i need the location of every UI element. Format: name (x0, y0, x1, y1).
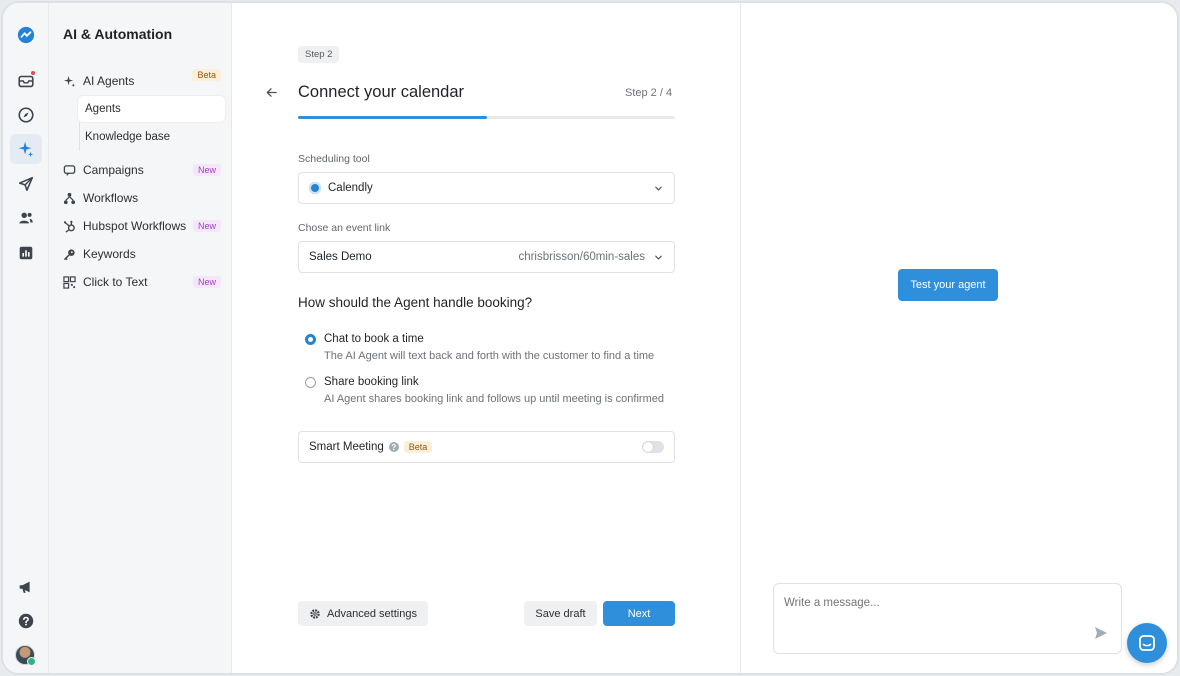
advanced-settings-label: Advanced settings (327, 607, 417, 620)
sidebar-subitem-agents[interactable]: Agents (78, 96, 225, 122)
scheduling-tool-select[interactable]: Calendly (298, 172, 675, 204)
sidebar-item-ai-agents[interactable]: AI Agents Beta (63, 69, 221, 92)
test-agent-button[interactable]: Test your agent (898, 269, 998, 301)
radio-selected[interactable] (305, 334, 316, 345)
chat-icon (1139, 635, 1155, 651)
back-button[interactable] (262, 83, 280, 101)
scheduling-tool-value: Calendly (328, 182, 373, 194)
help-icon[interactable] (10, 606, 42, 636)
arrow-left-icon (266, 87, 277, 97)
analytics-icon[interactable] (10, 238, 42, 268)
event-link-select[interactable]: Sales Demo chrisbrisson/60min-sales (298, 241, 675, 273)
send-plane-icon[interactable] (10, 169, 42, 199)
chat-bubble-icon (63, 164, 76, 177)
sidebar-item-workflows[interactable]: Workflows (63, 187, 221, 209)
compass-icon[interactable] (10, 100, 42, 130)
sidebar-item-hubspot-workflows[interactable]: Hubspot Workflows New (63, 215, 221, 237)
user-avatar[interactable] (15, 645, 36, 666)
beta-badge: Beta (192, 69, 221, 81)
sidebar-item-click-to-text[interactable]: Click to Text New (63, 271, 221, 293)
message-input[interactable] (784, 597, 1084, 609)
key-icon (63, 248, 76, 261)
sidebar-item-label: Workflows (83, 191, 139, 205)
new-badge: New (192, 276, 221, 288)
notification-dot (30, 70, 36, 76)
option-description: The AI Agent will text back and forth wi… (324, 350, 655, 362)
sparkle-icon (63, 75, 76, 88)
option-title: Share booking link (324, 376, 419, 388)
sidebar-subitem-knowledge-base[interactable]: Knowledge base (78, 124, 225, 150)
advanced-settings-button[interactable]: Advanced settings (298, 601, 428, 626)
sidebar-item-campaigns[interactable]: Campaigns New (63, 159, 221, 181)
option-title: Chat to book a time (324, 333, 424, 345)
send-icon[interactable] (1093, 625, 1109, 641)
megaphone-icon[interactable] (10, 572, 42, 602)
sidebar-item-label: Click to Text (83, 275, 148, 289)
new-badge: New (192, 220, 221, 232)
preview-panel: Test your agent (740, 3, 1177, 673)
beta-badge: Beta (403, 441, 433, 453)
contacts-icon[interactable] (10, 203, 42, 233)
message-composer (773, 583, 1122, 654)
scheduling-tool-label: Scheduling tool (298, 153, 370, 165)
step-counter: Step 2 / 4 (625, 87, 673, 99)
event-link-slug: chrisbrisson/60min-sales (518, 251, 645, 263)
ai-sparkle-icon[interactable] (10, 134, 42, 164)
event-link-value: Sales Demo (309, 251, 372, 263)
booking-heading: How should the Agent handle booking? (298, 295, 533, 310)
chevron-down-icon (655, 255, 662, 260)
sidebar-title: AI & Automation (63, 26, 173, 42)
inbox-icon[interactable] (10, 66, 42, 96)
sidebar-item-label: Keywords (83, 247, 136, 261)
save-draft-button[interactable]: Save draft (524, 601, 597, 626)
hubspot-icon (63, 220, 76, 233)
smart-meeting-row: Smart Meeting ? Beta (298, 431, 675, 463)
sidebar-item-label: Hubspot Workflows (83, 219, 187, 233)
step-pill: Step 2 (298, 46, 340, 63)
event-link-label: Chose an event link (298, 222, 391, 234)
smart-meeting-toggle[interactable] (642, 441, 664, 453)
qr-code-icon (63, 275, 76, 289)
main-panel: Step 2 Connect your calendar Step 2 / 4 … (232, 3, 740, 673)
gear-icon (310, 608, 320, 619)
icon-rail (3, 3, 49, 673)
smart-meeting-label: Smart Meeting (309, 441, 384, 453)
help-icon[interactable]: ? (388, 442, 399, 452)
sidebar-item-keywords[interactable]: Keywords (63, 243, 221, 265)
logo-icon[interactable] (10, 20, 42, 50)
sidebar-item-label: AI Agents (83, 74, 135, 88)
workflow-icon (63, 192, 76, 205)
option-description: AI Agent shares booking link and follows… (324, 393, 664, 405)
sidebar-item-label: Campaigns (83, 163, 144, 177)
progress-bar (298, 116, 675, 119)
calendly-icon (309, 182, 321, 194)
radio-unselected[interactable] (305, 377, 316, 388)
next-button[interactable]: Next (603, 601, 675, 626)
page-title: Connect your calendar (298, 83, 465, 101)
app-window: AI & Automation AI Agents Beta Agents Kn… (1, 1, 1179, 675)
section-sidebar: AI & Automation AI Agents Beta Agents Kn… (49, 3, 232, 673)
new-badge: New (192, 164, 221, 176)
progress-fill (298, 116, 487, 119)
chat-launcher-button[interactable] (1127, 623, 1167, 663)
chevron-down-icon (655, 186, 662, 191)
